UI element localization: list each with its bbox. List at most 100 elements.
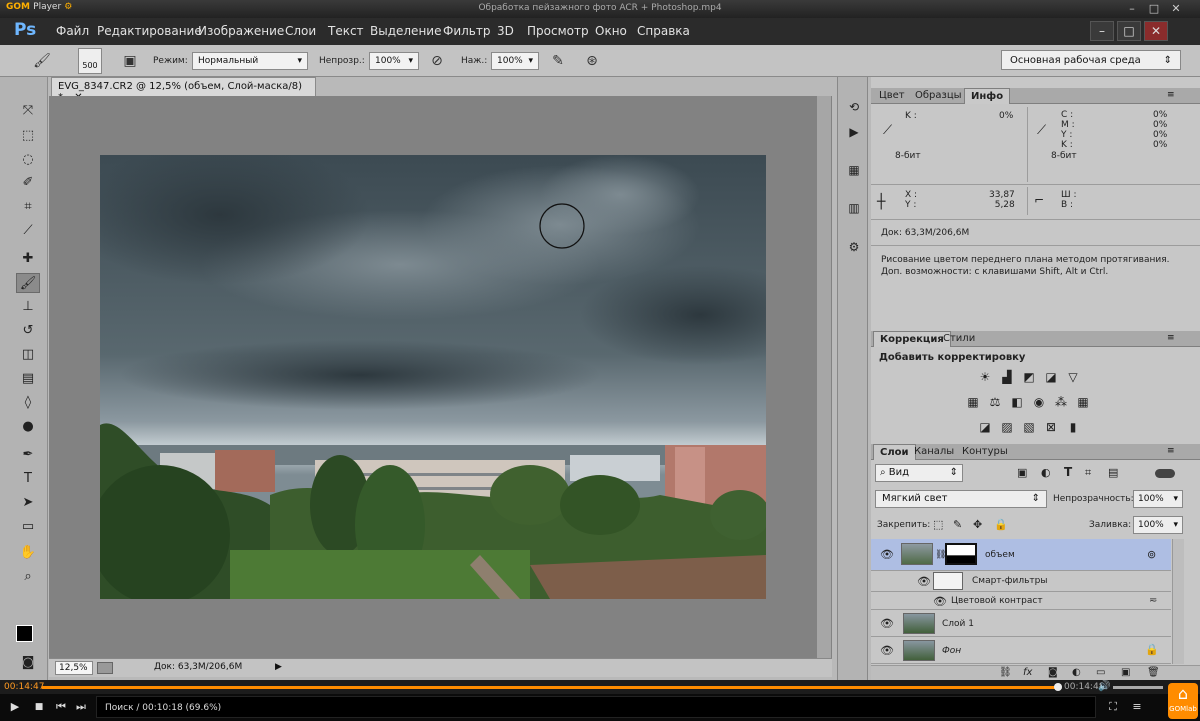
posterize-icon[interactable]: ▨ bbox=[999, 420, 1015, 434]
new-layer-icon[interactable]: ▣ bbox=[1121, 667, 1130, 678]
opacity-pressure-icon[interactable]: ⊘ bbox=[427, 51, 447, 71]
layer-row-high-pass[interactable]: 👁 Цветовой контраст ≂ bbox=[871, 592, 1171, 610]
color-lookup-icon[interactable]: ▦ bbox=[1075, 395, 1091, 409]
ps-restore-button[interactable]: □ bbox=[1117, 21, 1141, 41]
panel-menu-icon[interactable]: ≡ bbox=[1167, 446, 1175, 456]
brush-size-picker[interactable]: 500 bbox=[78, 48, 102, 74]
play-button[interactable]: ▶ bbox=[6, 698, 24, 716]
actions-play-icon[interactable]: ▶ bbox=[844, 122, 864, 142]
history-icon[interactable]: ⟲ bbox=[844, 97, 864, 117]
player-close-button[interactable]: ✕ bbox=[1168, 1, 1184, 16]
blur-tool-icon[interactable]: ◊ bbox=[16, 393, 40, 413]
filter-pixel-icon[interactable]: ▣ bbox=[1017, 466, 1027, 479]
mode-select[interactable]: Нормальный ▾ bbox=[192, 52, 308, 70]
marquee-tool-icon[interactable]: ⬚ bbox=[16, 126, 40, 146]
layer-filter-select[interactable]: ⌕ Вид ⇕ bbox=[875, 464, 963, 482]
gomlab-button[interactable]: ⌂ GOMlab bbox=[1168, 683, 1198, 719]
lock-all-icon[interactable]: 🔒 bbox=[994, 518, 1008, 531]
pressure-input[interactable]: 100% ▾ bbox=[491, 52, 539, 70]
brightness-contrast-icon[interactable]: ☀ bbox=[977, 370, 993, 384]
visibility-eye-icon[interactable]: 👁 bbox=[933, 595, 947, 608]
type-tool-icon[interactable]: T bbox=[16, 469, 40, 489]
filter-type-icon[interactable]: T bbox=[1064, 465, 1072, 479]
layer-style-icon[interactable]: fx bbox=[1023, 667, 1032, 678]
lock-transparent-icon[interactable]: ⬚ bbox=[933, 518, 943, 531]
visibility-eye-icon[interactable]: 👁 bbox=[880, 617, 894, 630]
channel-mixer-icon[interactable]: ⁂ bbox=[1053, 395, 1069, 409]
brush-presets-icon[interactable]: ▦ bbox=[844, 160, 864, 180]
levels-icon[interactable]: ▟ bbox=[999, 370, 1015, 384]
visibility-eye-icon[interactable]: 👁 bbox=[880, 548, 894, 561]
zoom-tool-icon[interactable]: ⌕ bbox=[16, 567, 40, 587]
menu-select[interactable]: Выделение bbox=[370, 24, 441, 38]
filter-adjustment-icon[interactable]: ◐ bbox=[1041, 466, 1051, 479]
brush-tool-icon[interactable]: 🖌 bbox=[16, 273, 40, 293]
panel-menu-icon[interactable]: ≡ bbox=[1167, 333, 1175, 343]
zoom-input[interactable]: 12,5% bbox=[55, 661, 93, 675]
ps-close-button[interactable]: ✕ bbox=[1144, 21, 1168, 41]
menu-layers[interactable]: Слои bbox=[285, 24, 316, 38]
crop-tool-icon[interactable]: ⌗ bbox=[16, 197, 40, 217]
menu-edit[interactable]: Редактирование bbox=[97, 24, 202, 38]
visibility-eye-icon[interactable]: 👁 bbox=[880, 644, 894, 657]
foreground-color-swatch[interactable] bbox=[16, 625, 33, 642]
lasso-tool-icon[interactable]: ◌ bbox=[16, 150, 40, 170]
player-maximize-button[interactable]: □ bbox=[1146, 1, 1162, 16]
previous-button[interactable]: ⏮ bbox=[52, 698, 70, 716]
history-brush-tool-icon[interactable]: ↺ bbox=[16, 321, 40, 341]
layer-opacity-input[interactable]: 100% ▾ bbox=[1133, 490, 1183, 508]
panel-menu-icon[interactable]: ≡ bbox=[1167, 90, 1175, 100]
layer-row-smart-filters[interactable]: 👁 Смарт-фильтры bbox=[871, 571, 1171, 592]
new-group-icon[interactable]: ▭ bbox=[1096, 667, 1105, 678]
new-adjustment-icon[interactable]: ◐ bbox=[1072, 667, 1081, 678]
menu-help[interactable]: Справка bbox=[637, 24, 690, 38]
blend-mode-select[interactable]: Мягкий свет ⇕ bbox=[875, 490, 1047, 508]
player-minimize-button[interactable]: – bbox=[1124, 1, 1140, 16]
filter-shape-icon[interactable]: ⌗ bbox=[1085, 466, 1091, 480]
menu-window[interactable]: Окно bbox=[595, 24, 627, 38]
menu-image[interactable]: Изображение bbox=[198, 24, 284, 38]
delete-layer-icon[interactable]: 🗑 bbox=[1147, 667, 1160, 678]
path-select-tool-icon[interactable]: ➤ bbox=[16, 493, 40, 513]
vertical-scrollbar[interactable] bbox=[817, 96, 831, 663]
volume-icon[interactable]: 🔊 bbox=[1098, 681, 1110, 692]
filter-smart-icon[interactable]: ▤ bbox=[1108, 466, 1118, 479]
next-button[interactable]: ⏭ bbox=[72, 698, 90, 716]
layer-row-volume[interactable]: 👁 ⛓ объем ⊚ bbox=[871, 539, 1171, 571]
document-tab[interactable]: EVG_8347.CR2 @ 12,5% (объем, Слой-маска/… bbox=[51, 77, 316, 103]
tab-info[interactable]: Инфо bbox=[964, 88, 1011, 104]
move-tool-icon[interactable]: ⤧ bbox=[16, 101, 40, 121]
menu-filter[interactable]: Фильтр bbox=[443, 24, 490, 38]
brush-tool-icon[interactable]: 🖌 bbox=[32, 51, 52, 71]
seek-knob[interactable] bbox=[1053, 683, 1062, 691]
menu-view[interactable]: Просмотр bbox=[527, 24, 589, 38]
lock-position-icon[interactable]: ✥ bbox=[973, 518, 982, 531]
selective-color-icon[interactable]: ⊠ bbox=[1043, 420, 1059, 434]
eraser-tool-icon[interactable]: ◫ bbox=[16, 345, 40, 365]
link-layers-icon[interactable]: ⛓ bbox=[999, 667, 1012, 678]
dodge-tool-icon[interactable]: ● bbox=[16, 417, 40, 437]
tablet-size-icon[interactable]: ⊛ bbox=[582, 51, 602, 71]
eyedropper-tool-icon[interactable]: ⟋ bbox=[16, 221, 40, 241]
fill-input[interactable]: 100% ▾ bbox=[1133, 516, 1183, 534]
shape-tool-icon[interactable]: ▭ bbox=[16, 517, 40, 537]
tab-color[interactable]: Цвет bbox=[873, 88, 911, 104]
layer-mask-thumbnail[interactable] bbox=[945, 543, 977, 565]
tab-channels[interactable]: Каналы bbox=[908, 444, 960, 460]
quick-mask-icon[interactable]: ◙ bbox=[16, 653, 40, 673]
tab-styles[interactable]: Стили bbox=[937, 331, 981, 347]
visibility-eye-icon[interactable]: 👁 bbox=[917, 575, 931, 588]
menu-icon[interactable]: ≡ bbox=[1128, 698, 1146, 716]
hand-tool-icon[interactable]: ✋ bbox=[16, 543, 40, 563]
photo-filter-icon[interactable]: ◉ bbox=[1031, 395, 1047, 409]
exposure-icon[interactable]: ◪ bbox=[1043, 370, 1059, 384]
filter-toggle[interactable] bbox=[1155, 469, 1175, 478]
lock-pixels-icon[interactable]: ✎ bbox=[953, 518, 962, 531]
tab-swatches[interactable]: Образцы bbox=[909, 88, 968, 104]
tab-paths[interactable]: Контуры bbox=[956, 444, 1014, 460]
curves-icon[interactable]: ◩ bbox=[1021, 370, 1037, 384]
gradient-tool-icon[interactable]: ▤ bbox=[16, 369, 40, 389]
landscape-photo[interactable] bbox=[100, 155, 766, 599]
layer-row-background[interactable]: 👁 Фон 🔒 bbox=[871, 637, 1171, 664]
workspace-select[interactable]: Основная рабочая среда ⇕ bbox=[1001, 50, 1181, 70]
